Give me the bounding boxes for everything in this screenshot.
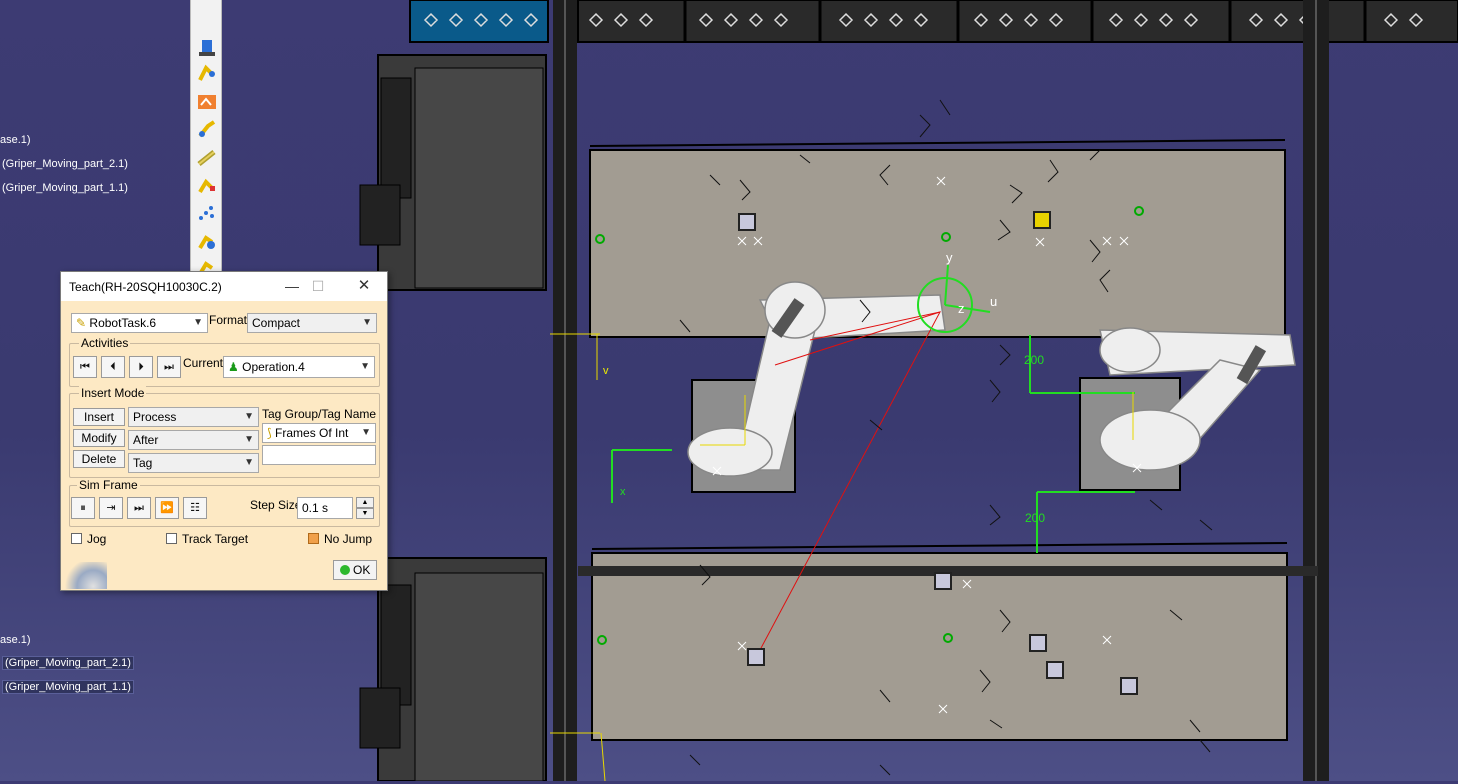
chevron-down-icon: ▼ bbox=[193, 317, 203, 328]
robot-task-value: RobotTask.6 bbox=[89, 316, 157, 330]
tag-icon[interactable] bbox=[196, 118, 218, 140]
step-forward-button[interactable]: ⇥ bbox=[99, 497, 123, 519]
sim-frame-title: Sim Frame bbox=[77, 478, 140, 492]
axis-y-label: y bbox=[946, 250, 953, 265]
insert-position-value: After bbox=[133, 433, 159, 447]
step-size-up-button[interactable]: ▲ bbox=[356, 497, 374, 508]
insert-object-value: Tag bbox=[133, 456, 153, 470]
chevron-down-icon: ▼ bbox=[244, 434, 254, 445]
activities-title: Activities bbox=[79, 336, 131, 350]
axis-u-label: u bbox=[990, 294, 997, 309]
tree-node[interactable]: ase.1) bbox=[0, 634, 31, 646]
robot-task-icon: ✎ bbox=[76, 316, 87, 330]
track-target-label: Track Target bbox=[182, 532, 249, 546]
chevron-down-icon: ▼ bbox=[361, 427, 371, 438]
track-target-checkbox[interactable] bbox=[166, 533, 177, 544]
tag-group-select[interactable]: ⟆ Frames Of Int ▼ bbox=[262, 423, 376, 443]
tag-name-field[interactable] bbox=[262, 445, 376, 465]
modify-button[interactable]: Modify bbox=[73, 429, 125, 447]
simulation-icon[interactable] bbox=[196, 230, 218, 252]
axis-x-label: x bbox=[620, 486, 626, 498]
step-size-field[interactable]: 0.1 s bbox=[297, 497, 353, 519]
pause-button[interactable]: ⏸ bbox=[71, 497, 95, 519]
no-jump-label: No Jump bbox=[324, 532, 373, 546]
teach-dialog: Teach(RH-20SQH10030C.2) — ☐ ✕ ✎ RobotTas… bbox=[60, 271, 388, 591]
tag-group-icon: ⟆ bbox=[267, 426, 272, 440]
tree-node[interactable]: (Griper_Moving_part_2.1) bbox=[2, 158, 128, 170]
dialog-titlebar[interactable]: Teach(RH-20SQH10030C.2) — ☐ ✕ bbox=[61, 272, 387, 301]
tag-group-value: Frames Of Int bbox=[275, 426, 349, 440]
insert-mode-title: Insert Mode bbox=[79, 386, 147, 400]
insert-object-select[interactable]: Tag ▼ bbox=[128, 453, 259, 473]
delete-button[interactable]: Delete bbox=[73, 450, 125, 468]
tree-view-icon[interactable]: ☷ bbox=[183, 497, 207, 519]
axis-v-label: v bbox=[603, 365, 609, 377]
first-activity-button[interactable]: ⏮ bbox=[73, 356, 97, 378]
minimize-button[interactable]: — bbox=[279, 276, 305, 296]
maximize-button[interactable]: ☐ bbox=[305, 276, 331, 296]
step-next-button[interactable]: ⏭ bbox=[127, 497, 151, 519]
format-select[interactable]: Compact ▼ bbox=[247, 313, 377, 333]
robot-task-select[interactable]: ✎ RobotTask.6 ▼ bbox=[71, 313, 208, 333]
current-label: Current bbox=[183, 356, 224, 370]
dimension-label-bottom: 200 bbox=[1025, 511, 1045, 525]
dimension-label-top: 200 bbox=[1024, 353, 1044, 367]
catia-compass-logo bbox=[61, 562, 107, 589]
ok-button[interactable]: OK bbox=[333, 560, 377, 580]
axis-z-label: z bbox=[958, 301, 965, 316]
close-button[interactable]: ✕ bbox=[351, 276, 377, 296]
chevron-down-icon: ▼ bbox=[244, 411, 254, 422]
current-activity-select[interactable]: ♟ Operation.4 ▼ bbox=[223, 356, 375, 378]
dialog-title: Teach(RH-20SQH10030C.2) bbox=[69, 280, 222, 294]
ok-label: OK bbox=[353, 563, 371, 577]
step-size-label: Step Size bbox=[250, 498, 302, 512]
insert-button[interactable]: Insert bbox=[73, 408, 125, 426]
teach-device-icon[interactable] bbox=[196, 36, 218, 58]
jog-checkbox[interactable] bbox=[71, 533, 82, 544]
tree-node[interactable]: (Griper_Moving_part_2.1) bbox=[2, 656, 134, 670]
gripper-icon[interactable] bbox=[196, 146, 218, 168]
step-size-down-button[interactable]: ▼ bbox=[356, 508, 374, 519]
chevron-down-icon: ▼ bbox=[360, 361, 370, 372]
ok-icon bbox=[339, 565, 350, 575]
tree-node[interactable]: ase.1) bbox=[0, 134, 31, 146]
tree-node[interactable]: (Griper_Moving_part_1.1) bbox=[2, 182, 128, 194]
step-end-button[interactable]: ⏩ bbox=[155, 497, 179, 519]
robot-program-icon[interactable] bbox=[196, 91, 218, 113]
next-activity-button[interactable]: ⏵ bbox=[129, 356, 153, 378]
tag-group-icon[interactable] bbox=[196, 202, 218, 224]
current-activity-value: Operation.4 bbox=[242, 360, 305, 374]
jog-label: Jog bbox=[87, 532, 107, 546]
format-value: Compact bbox=[252, 316, 301, 330]
robot-motion-icon[interactable] bbox=[196, 174, 218, 196]
format-label: Format bbox=[209, 313, 248, 327]
no-jump-checkbox[interactable] bbox=[308, 533, 319, 544]
robot-toolbar bbox=[190, 0, 222, 276]
chevron-down-icon: ▼ bbox=[244, 457, 254, 468]
insert-type-value: Process bbox=[133, 410, 177, 424]
robot-task-icon[interactable] bbox=[196, 62, 218, 84]
insert-position-select[interactable]: After ▼ bbox=[128, 430, 259, 450]
chevron-down-icon: ▼ bbox=[362, 317, 372, 328]
last-activity-button[interactable]: ⏭ bbox=[157, 356, 181, 378]
insert-type-select[interactable]: Process ▼ bbox=[128, 407, 259, 427]
operation-icon: ♟ bbox=[228, 360, 239, 374]
tag-group-label: Tag Group/Tag Name bbox=[262, 407, 377, 421]
tree-node[interactable]: (Griper_Moving_part_1.1) bbox=[2, 680, 134, 694]
previous-activity-button[interactable]: ⏴ bbox=[101, 356, 125, 378]
